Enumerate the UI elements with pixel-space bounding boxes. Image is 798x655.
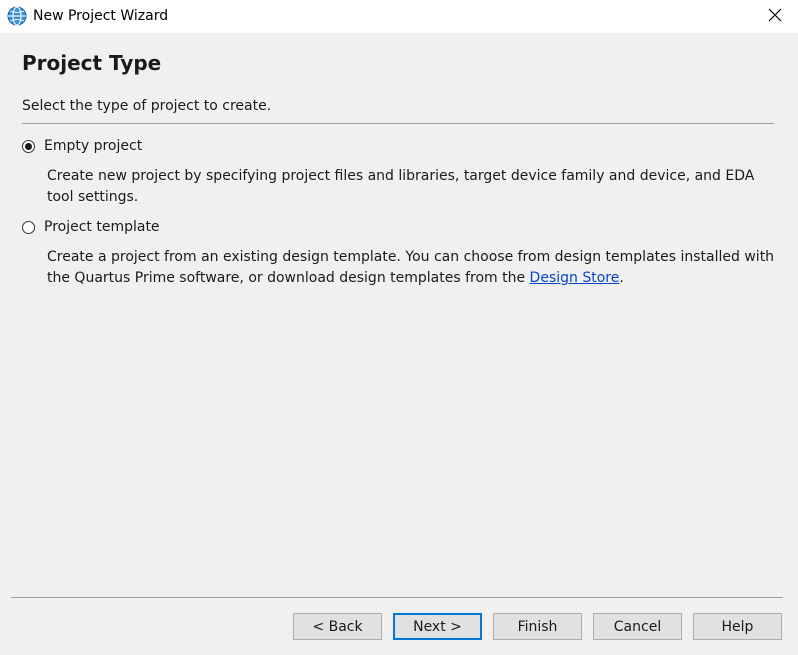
empty-project-option[interactable]: Empty project <box>22 138 142 154</box>
project-template-description-text: Create a project from an existing design… <box>47 249 775 286</box>
project-template-label: Project template <box>44 219 160 235</box>
project-template-radio[interactable] <box>22 220 35 234</box>
window-title: New Project Wizard <box>33 8 169 24</box>
back-button[interactable]: < Back <box>293 613 382 640</box>
close-icon <box>768 7 782 26</box>
next-button[interactable]: Next > <box>393 613 482 640</box>
page-subtitle: Select the type of project to create. <box>22 98 272 114</box>
project-template-description: Create a project from an existing design… <box>47 247 777 289</box>
title-bar: New Project Wizard <box>0 0 798 33</box>
close-button[interactable] <box>752 0 798 33</box>
footer-divider <box>11 597 783 598</box>
empty-project-label: Empty project <box>44 138 143 154</box>
empty-project-radio[interactable] <box>22 139 35 153</box>
page-title: Project Type <box>22 51 162 75</box>
empty-project-description: Create new project by specifying project… <box>47 168 755 205</box>
quartus-globe-icon <box>7 6 27 26</box>
cancel-button[interactable]: Cancel <box>593 613 682 640</box>
help-button[interactable]: Help <box>693 613 782 640</box>
project-template-description-end: . <box>619 270 624 286</box>
project-template-option[interactable]: Project template <box>22 219 160 235</box>
finish-button[interactable]: Finish <box>493 613 582 640</box>
header-divider <box>22 123 774 124</box>
design-store-link[interactable]: Design Store <box>530 270 620 286</box>
